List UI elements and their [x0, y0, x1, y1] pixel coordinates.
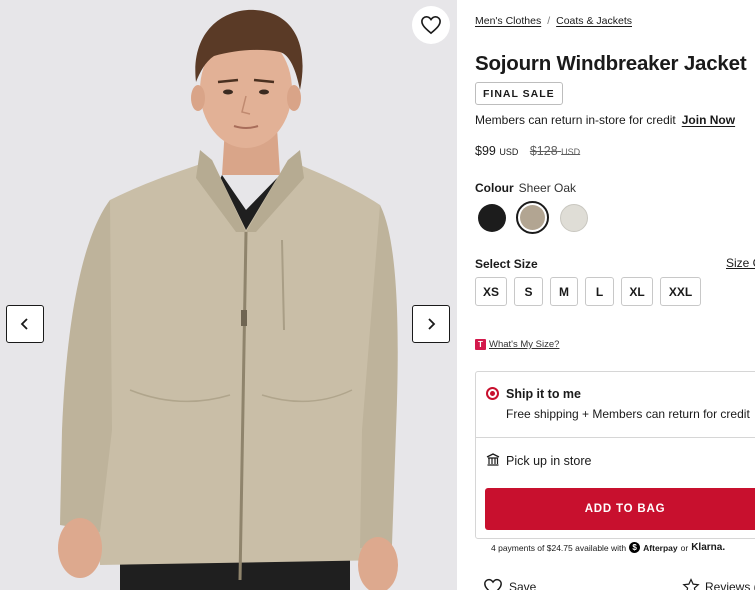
breadcrumb: Men's Clothes / Coats & Jackets [475, 15, 632, 27]
product-title: Sojourn Windbreaker Jacket [475, 52, 747, 75]
afterpay-label[interactable]: Afterpay [643, 543, 677, 553]
save-label: Save [509, 580, 537, 590]
pickup-option[interactable]: Pick up in store [506, 454, 591, 468]
fit-tool-icon: T [475, 339, 486, 350]
product-photo [0, 0, 457, 590]
returns-text: Members can return in-store for credit [475, 113, 676, 127]
size-option-l[interactable]: L [585, 277, 614, 306]
ship-option-subtitle: Free shipping + Members can return for c… [506, 407, 750, 421]
save-button[interactable]: Save [483, 578, 536, 590]
size-option-m[interactable]: M [550, 277, 578, 306]
breadcrumb-separator: / [547, 15, 551, 27]
favorite-button[interactable] [412, 6, 450, 44]
product-image-gallery [0, 0, 457, 590]
colour-swatch-sheer-oak[interactable] [516, 201, 549, 234]
delivery-divider [476, 437, 755, 438]
sale-price: $99 [475, 144, 496, 158]
selected-colour-name: Sheer Oak [518, 181, 577, 195]
installments-text: 4 payments of $24.75 available with [491, 542, 627, 553]
size-guide-link[interactable]: Size G [726, 256, 755, 270]
star-outline-icon [682, 578, 700, 590]
swatch-fill [520, 205, 545, 230]
fit-help: T What's My Size? [475, 339, 559, 350]
heart-outline-icon [421, 15, 441, 35]
colour-swatch-black[interactable] [475, 201, 508, 234]
swatch-fill [559, 203, 588, 232]
colour-swatches [475, 201, 590, 234]
sale-price-currency: USD [499, 147, 519, 157]
next-image-button[interactable] [412, 305, 450, 343]
or-text: or [680, 542, 689, 553]
klarna-label[interactable]: Klarna. [691, 542, 725, 553]
size-options: XS S M L XL XXL [475, 277, 701, 306]
colour-label: Colour [475, 181, 514, 195]
chevron-left-icon [20, 318, 28, 330]
heart-outline-icon [484, 578, 502, 590]
reviews-link[interactable]: Reviews ( [682, 578, 755, 590]
previous-image-button[interactable] [6, 305, 44, 343]
ship-radio-selected[interactable] [486, 387, 499, 400]
size-option-xl[interactable]: XL [621, 277, 653, 306]
ship-option-title: Ship it to me [506, 387, 581, 401]
colour-swatch-light[interactable] [557, 201, 590, 234]
breadcrumb-mens-clothes[interactable]: Men's Clothes [475, 15, 541, 27]
afterpay-icon: $ [629, 542, 641, 553]
store-icon [486, 453, 500, 466]
whats-my-size-link[interactable]: What's My Size? [489, 339, 559, 350]
size-option-xs[interactable]: XS [475, 277, 507, 306]
member-returns-note: Members can return in-store for credit Jo… [475, 113, 735, 127]
chevron-right-icon [428, 318, 436, 330]
size-option-xxl[interactable]: XXL [660, 277, 701, 306]
colour-selection-label: Colour Sheer Oak [475, 181, 576, 195]
product-details-panel: Men's Clothes / Coats & Jackets Sojourn Wi… [475, 0, 755, 590]
breadcrumb-coats-jackets[interactable]: Coats & Jackets [556, 15, 632, 27]
price: $99 USD $128 USD [475, 144, 580, 158]
swatch-fill [477, 203, 506, 232]
reviews-label: Reviews ( [705, 579, 755, 590]
add-to-bag-button[interactable]: ADD TO BAG [485, 488, 755, 530]
select-size-label: Select Size [475, 257, 538, 271]
join-now-link[interactable]: Join Now [682, 113, 735, 127]
size-option-s[interactable]: S [514, 277, 543, 306]
final-sale-badge: FINAL SALE [475, 82, 563, 105]
original-price: $128 USD [529, 144, 581, 158]
installments-note: 4 payments of $24.75 available with $ Af… [491, 542, 725, 553]
